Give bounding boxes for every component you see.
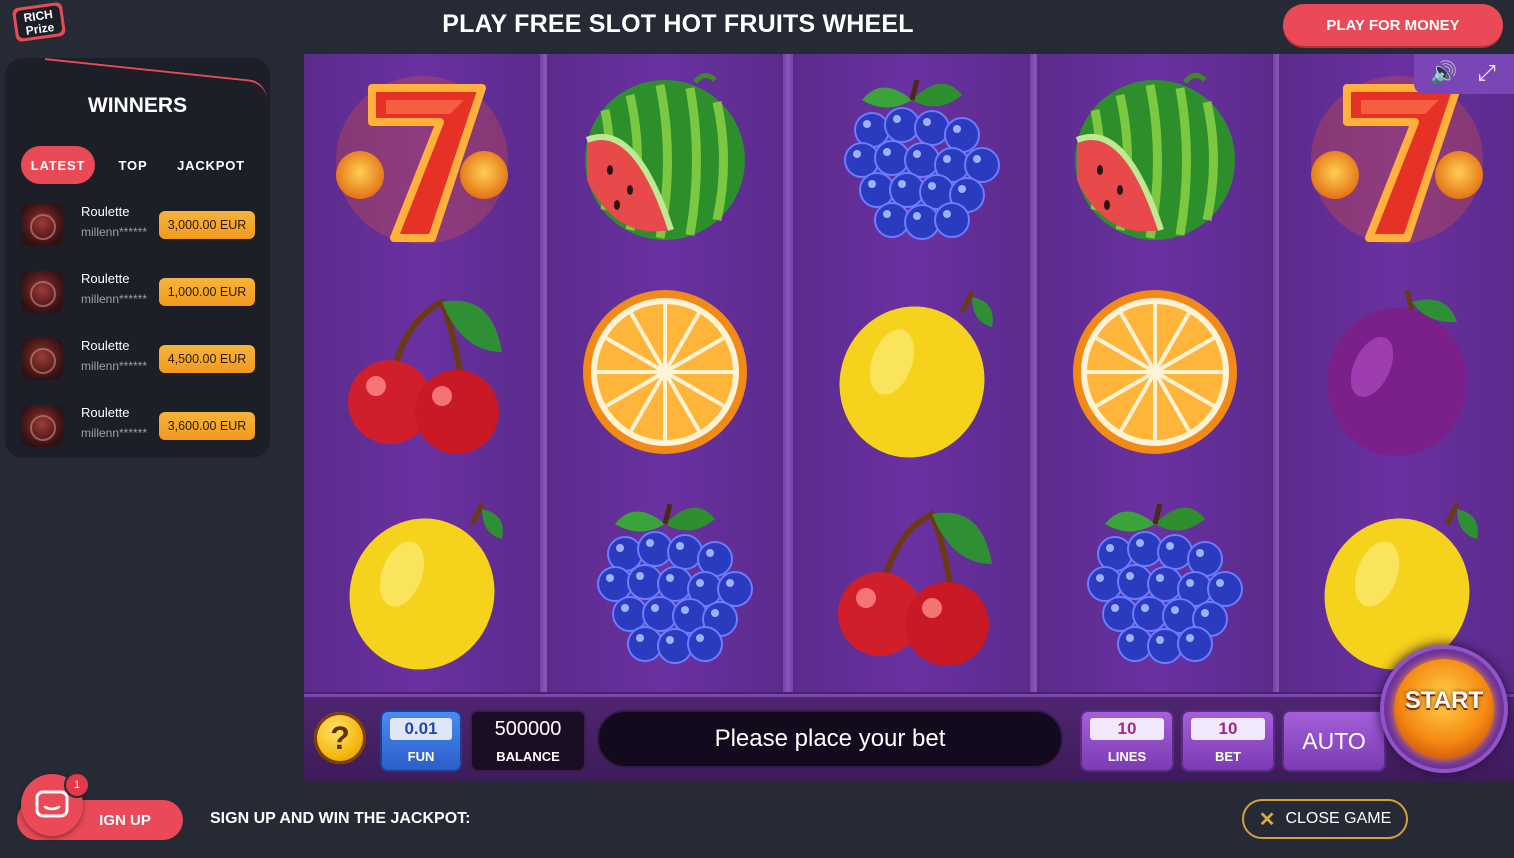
winner-row[interactable]: Roulette millenn****** 4,500.00 EUR: [21, 334, 261, 386]
page-title: PLAY FREE SLOT HOT FRUITS WHEEL: [442, 10, 914, 38]
winner-row[interactable]: Roulette millenn****** 3,000.00 EUR: [21, 200, 261, 252]
winner-amount: 3,000.00 EUR: [159, 211, 255, 239]
winner-game: Roulette: [81, 271, 130, 286]
orange-icon: [545, 266, 785, 478]
lines-value: 10: [1090, 718, 1164, 740]
game-thumbnail: [21, 405, 63, 447]
lemon-icon: [302, 478, 542, 690]
slot-machine: 🔊 ⤢ ? 0.01 FUN 500000 BALANCE Please pla…: [304, 54, 1514, 782]
winner-row[interactable]: Roulette millenn****** 1,000.00 EUR: [21, 267, 261, 319]
start-label: START: [1404, 687, 1484, 714]
grapes-icon: [1035, 478, 1275, 690]
winner-user: millenn******: [81, 225, 148, 239]
cherry-icon: [792, 478, 1032, 690]
balance-display: 500000 BALANCE: [470, 710, 586, 772]
winner-amount: 3,600.00 EUR: [159, 412, 255, 440]
tab-top[interactable]: TOP: [105, 146, 161, 184]
winner-amount: 4,500.00 EUR: [159, 345, 255, 373]
tab-latest[interactable]: LATEST: [21, 146, 95, 184]
orange-icon: [1035, 266, 1275, 478]
winner-game: Roulette: [81, 405, 130, 420]
status-message: Please place your bet: [597, 710, 1063, 768]
grapes-icon: [792, 54, 1032, 266]
winner-row[interactable]: Roulette millenn****** 3,600.00 EUR: [21, 401, 261, 453]
seven-icon: [302, 54, 542, 266]
coin-value: 0.01: [390, 718, 452, 740]
balance-value: 500000: [494, 718, 562, 740]
game-toolbar: 🔊 ⤢: [1414, 54, 1514, 94]
winner-amount: 1,000.00 EUR: [159, 278, 255, 306]
lines-label: LINES: [1107, 749, 1147, 764]
sign-up-label: IGN UP: [99, 811, 151, 829]
lines-selector[interactable]: 10 LINES: [1080, 710, 1174, 772]
chat-notification-badge: 1: [64, 772, 90, 798]
close-game-button[interactable]: ✕ CLOSE GAME: [1242, 799, 1408, 839]
game-thumbnail: [21, 338, 63, 380]
watermelon-icon: [1035, 54, 1275, 266]
winners-title: WINNERS: [87, 94, 188, 117]
winners-panel: WINNERS LATEST TOP JACKPOT Roulette mill…: [5, 58, 270, 458]
reels-area: [304, 54, 1514, 692]
game-thumbnail: [21, 271, 63, 313]
winner-game: Roulette: [81, 338, 130, 353]
balance-label: BALANCE: [496, 749, 560, 764]
close-icon: ✕: [1258, 808, 1276, 831]
cherry-icon: [302, 266, 542, 478]
close-game-label: CLOSE GAME: [1285, 810, 1392, 827]
bet-value: 10: [1191, 718, 1265, 740]
control-bar: ? 0.01 FUN 500000 BALANCE Please place y…: [304, 694, 1514, 782]
chat-icon: [35, 790, 69, 818]
auto-spin-button[interactable]: AUTO: [1282, 710, 1386, 772]
winner-user: millenn******: [81, 426, 148, 440]
lemon-icon: [792, 266, 1032, 478]
winner-user: millenn******: [81, 359, 148, 373]
coin-value-selector[interactable]: 0.01 FUN: [380, 710, 462, 772]
game-thumbnail: [21, 204, 63, 246]
help-button[interactable]: ?: [314, 712, 366, 764]
coin-label: FUN: [407, 749, 435, 764]
fullscreen-icon[interactable]: ⤢: [1478, 60, 1496, 86]
bet-selector[interactable]: 10 BET: [1181, 710, 1275, 772]
play-for-money-button[interactable]: PLAY FOR MONEY: [1283, 4, 1503, 46]
grapes-icon: [545, 478, 785, 690]
winner-game: Roulette: [81, 204, 130, 219]
plum-icon: [1277, 266, 1514, 478]
tab-jackpot[interactable]: JACKPOT: [169, 146, 253, 184]
winner-user: millenn******: [81, 292, 148, 306]
sound-icon[interactable]: 🔊: [1430, 60, 1457, 86]
jackpot-promo-text: SIGN UP AND WIN THE JACKPOT:: [210, 810, 471, 827]
watermelon-icon: [545, 54, 785, 266]
start-button[interactable]: START: [1380, 645, 1508, 773]
bet-label: BET: [1215, 749, 1241, 764]
